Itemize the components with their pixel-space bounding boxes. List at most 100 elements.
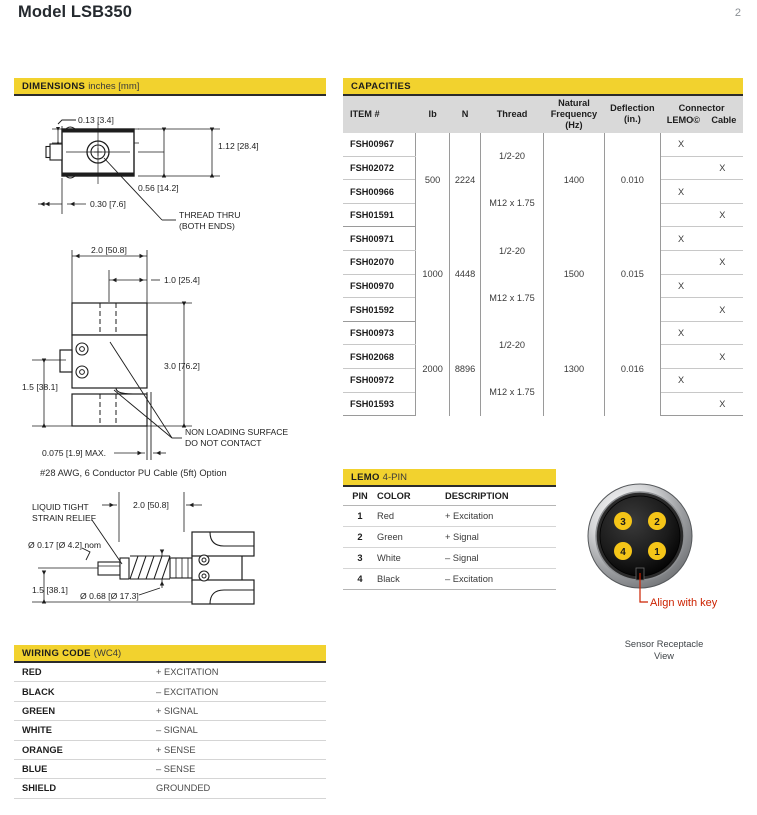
cell-connector-cable: X — [701, 203, 743, 228]
cell-item-number: FSH00966 — [343, 179, 417, 204]
capacities-panel: CAPACITIES ITEM # lb N Thread Natural Fr… — [343, 78, 743, 417]
cell-capacity-n: 4448 — [448, 226, 482, 322]
cell-pin-description: – Excitation — [445, 568, 556, 590]
dimensions-section-title: DIMENSIONS — [22, 80, 86, 92]
lemo-section-bar: LEMO 4-PIN — [343, 469, 556, 487]
table-row: FSH00971 1000 4448 1/2-20 1500 0.015 X — [343, 226, 743, 322]
cell-item-number: FSH02072 — [343, 156, 417, 181]
top-view-note-line1: THREAD THRU — [179, 210, 240, 220]
table-row: FSH00966 M12 x 1.75 X — [343, 179, 743, 227]
cable-view-drawing: LIQUID TIGHT STRAIN RELIEF Ø 0.17 [Ø 4.2… — [28, 492, 255, 605]
cable-view-dim-boot: Ø 0.68 [Ø 17.3] — [80, 591, 139, 601]
cell-natural-frequency: 1300 — [542, 321, 606, 416]
col-header-lb: lb — [415, 96, 450, 133]
cell-item-number: FSH00967 — [343, 132, 417, 157]
cell-wire-color: GREEN — [14, 701, 156, 722]
table-row: 1 Red + Excitation — [343, 505, 556, 527]
lemo-body: 1 Red + Excitation 2 Green + Signal 3 White – Si… — [343, 505, 556, 590]
capacities-header-row: ITEM # lb N Thread Natural Frequency (Hz… — [343, 96, 743, 133]
front-view-dim-base: 1.5 [38.1] — [22, 382, 58, 392]
cell-pin-number: 3 — [343, 547, 377, 569]
cable-view-strain-line1: LIQUID TIGHT — [32, 502, 89, 512]
capacities-table: ITEM # lb N Thread Natural Frequency (Hz… — [343, 96, 743, 417]
connector-pin-1-label: 1 — [654, 547, 660, 558]
table-row: GREEN + SIGNAL — [14, 701, 326, 722]
cell-connector-cable: X — [701, 250, 743, 275]
cell-connector-lemo — [659, 156, 702, 181]
cell-thread: M12 x 1.75 — [480, 179, 544, 227]
page-title: Model LSB350 — [18, 3, 132, 21]
lemo-col-color: COLOR — [377, 487, 445, 506]
cell-wire-function: – EXCITATION — [156, 681, 326, 702]
col-header-connector: Connector LEMO© Cable — [660, 96, 743, 133]
cell-connector-lemo: X — [659, 132, 702, 157]
cell-pin-number: 4 — [343, 568, 377, 590]
cell-connector-cable — [701, 368, 743, 393]
cell-natural-frequency: 1400 — [542, 132, 606, 227]
cell-pin-color: White — [377, 547, 445, 569]
table-row: BLUE – SENSE — [14, 759, 326, 780]
wiring-section-subtitle: (WC4) — [93, 647, 122, 659]
wiring-section-title: WIRING CODE — [22, 647, 91, 659]
cable-view-strain-line2: STRAIN RELIEF — [32, 513, 96, 523]
cell-wire-color: RED — [14, 663, 156, 683]
lemo-header-row: PIN COLOR DESCRIPTION — [343, 487, 556, 506]
front-view-note-line2: DO NOT CONTACT — [185, 438, 262, 448]
cell-connector-cable — [701, 274, 743, 299]
cell-thread: 1/2-20 — [480, 226, 544, 275]
top-view-dim-offset: 0.30 [7.6] — [90, 199, 126, 209]
lemo-section-title: LEMO — [351, 471, 380, 483]
col-header-item: ITEM # — [343, 96, 416, 133]
cell-wire-color: BLUE — [14, 759, 156, 780]
cell-pin-description: + Excitation — [445, 505, 556, 527]
cell-connector-lemo: X — [659, 226, 702, 252]
table-row: FSH00970 M12 x 1.75 X — [343, 274, 743, 322]
cell-pin-color: Red — [377, 505, 445, 527]
dimensions-panel: DIMENSIONS inches [mm] 0.13 [3.4] 1.12 [… — [14, 78, 326, 608]
connector-sub-lemo: LEMO© — [666, 114, 701, 125]
front-view-dim-gap: 0.075 [1.9] MAX. — [42, 448, 106, 458]
table-row: FSH00973 2000 8896 1/2-20 1300 0.016 X — [343, 321, 743, 416]
cell-connector-cable: X — [701, 297, 743, 322]
cell-pin-number: 1 — [343, 505, 377, 527]
cell-wire-function: – SENSE — [156, 759, 326, 780]
cell-connector-lemo: X — [659, 368, 702, 393]
col-header-thread: Thread — [480, 96, 544, 133]
cell-connector-lemo: X — [659, 274, 702, 299]
lemo-col-pin: PIN — [343, 487, 377, 506]
cell-wire-color: ORANGE — [14, 740, 156, 760]
top-view-note-line2: (BOTH ENDS) — [179, 221, 235, 231]
capacities-section-title: CAPACITIES — [351, 80, 411, 92]
lemo-pinout-table: PIN COLOR DESCRIPTION 1 Red + Excitation 2 G… — [343, 487, 556, 590]
cell-thread: 1/2-20 — [480, 321, 544, 369]
top-view-dim-thickness: 0.13 [3.4] — [78, 115, 114, 125]
cable-view-dim-height: 1.5 [38.1] — [32, 585, 68, 595]
table-row: 3 White – Signal — [343, 547, 556, 569]
table-row: ORANGE + SENSE — [14, 740, 326, 760]
connector-diagram: 3 2 4 1 Align with key — [587, 483, 718, 609]
cell-wire-color: BLACK — [14, 681, 156, 702]
cell-connector-cable: X — [701, 156, 743, 181]
table-row: 2 Green + Signal — [343, 526, 556, 548]
cell-wire-function: + SIGNAL — [156, 701, 326, 722]
cell-item-number: FSH00971 — [343, 226, 417, 252]
cell-item-number: FSH00973 — [343, 321, 417, 346]
cell-item-number: FSH01593 — [343, 392, 417, 417]
cell-connector-lemo — [659, 297, 702, 322]
connector-pin-2-label: 2 — [654, 517, 660, 528]
cell-pin-description: – Signal — [445, 547, 556, 569]
lemo-panel: LEMO 4-PIN PIN COLOR DESCRIPTION 1 Red + E… — [343, 469, 556, 590]
cell-item-number: FSH00970 — [343, 274, 417, 299]
cell-connector-cable — [701, 226, 743, 252]
cell-item-number: FSH00972 — [343, 368, 417, 393]
cell-connector-cable — [701, 132, 743, 157]
cell-capacity-lb: 1000 — [415, 226, 450, 322]
cell-thread: 1/2-20 — [480, 132, 544, 180]
cell-wire-function: + EXCITATION — [156, 663, 326, 683]
lemo-col-description: DESCRIPTION — [445, 487, 556, 506]
cell-pin-number: 2 — [343, 526, 377, 548]
defl-line2: (in.) — [623, 114, 641, 125]
cell-connector-lemo: X — [659, 321, 702, 346]
connector-body — [599, 495, 681, 577]
capacities-body: FSH00967 500 2224 1/2-20 1400 0.010 X FSH02072 X… — [343, 132, 743, 417]
